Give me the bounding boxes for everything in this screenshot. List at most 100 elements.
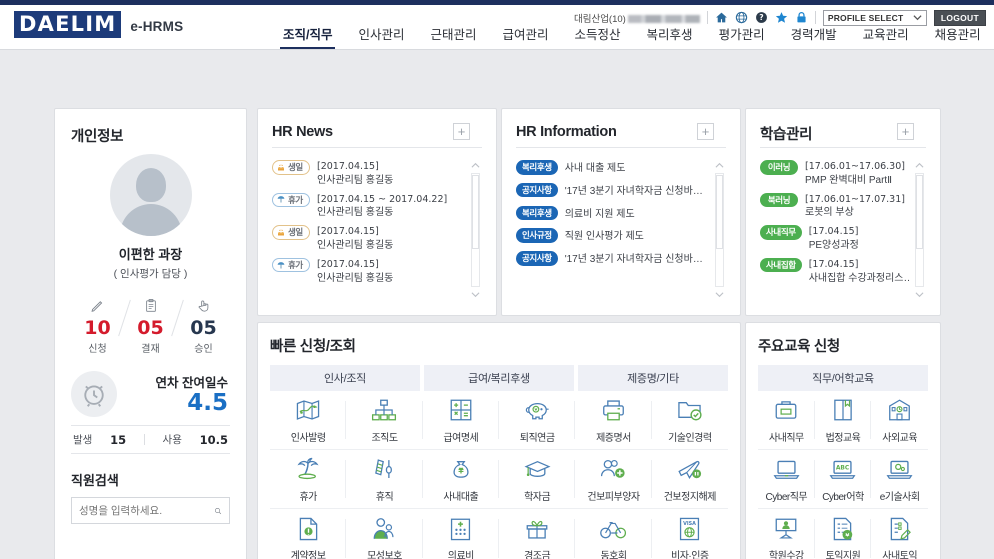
search-icon[interactable] [214, 504, 222, 518]
quick-item-인사발령[interactable]: 인사발령 [270, 391, 347, 450]
list-item[interactable]: 복리후생 사내 대출 제도 [516, 160, 710, 176]
study-list: 이러닝 [17.06.01~17.06.30] PMP 완벽대비 PartⅡ 북… [760, 160, 926, 285]
list-item[interactable]: 이러닝 [17.06.01~17.06.30] PMP 완벽대비 PartⅡ [760, 160, 910, 188]
edu-item-법정교육[interactable]: 법정교육 [814, 391, 872, 450]
quick-item-제증명서[interactable]: 제증명서 [575, 391, 652, 450]
edu-item-사내직무[interactable]: 사내직무 [758, 391, 815, 450]
quick-item-label: 퇴직연금 [519, 432, 555, 444]
hr-information-list-wrap: 복리후생 사내 대출 제도 공지사항 '17년 3분기 자녀학자금 신청바… 복… [516, 160, 726, 300]
list-item[interactable]: 인사규정 직원 인사평가 제도 [516, 228, 710, 244]
list-item[interactable]: 휴가 [2017.04.15 ~ 2017.04.22] 인사관리팀 홍길동 [272, 192, 466, 221]
quick-item-의료비[interactable]: 의료비 [423, 509, 500, 559]
quick-item-조직도[interactable]: 조직도 [346, 391, 423, 450]
search-input[interactable] [79, 504, 214, 517]
study-scrollbar[interactable] [913, 160, 926, 300]
quick-item-경조금[interactable]: 경조금 [499, 509, 576, 559]
list-item[interactable]: 공지사항 '17년 3분기 자녀학자금 신청바… [516, 251, 710, 267]
quick-item-건보피부양자[interactable]: 건보피부양자 [575, 450, 652, 509]
nav-item-8[interactable]: 교육관리 [850, 24, 922, 49]
nav-item-3[interactable]: 급여관리 [490, 24, 562, 49]
nav-item-1[interactable]: 인사관리 [345, 24, 417, 49]
chevron-down-icon[interactable] [915, 290, 924, 299]
quick-item-급여명세[interactable]: 급여명세 [422, 391, 500, 450]
stat-request[interactable]: 10 신청 [71, 295, 124, 355]
list-item[interactable]: 사내직무 [17.04.15] PE양성과정 [760, 225, 910, 253]
quick-item-label: 인사발령 [290, 432, 326, 444]
used-value: 10.5 [199, 432, 228, 447]
study-add-button[interactable]: + [897, 123, 914, 140]
quick-item-학자금[interactable]: 학자금 [499, 450, 576, 509]
quick-item-비자인증[interactable]: VISA 비자·인증 [652, 509, 728, 559]
quick-item-기술인경력[interactable]: 기술인경력 [651, 391, 728, 450]
list-item[interactable]: 공지사항 '17년 3분기 자녀학자금 신청바… [516, 182, 710, 199]
nav-item-0[interactable]: 조직/직무 [270, 24, 345, 49]
scrollbar-thumb[interactable] [472, 175, 479, 249]
study-name: 로봇의 부상 [805, 207, 854, 219]
quick-item-모성보호[interactable]: 모성보호 [346, 509, 423, 559]
scrollbar-thumb[interactable] [916, 175, 923, 249]
hr-information-add-button[interactable]: + [697, 123, 714, 140]
quick-item-퇴직연금[interactable]: 퇴직연금 [499, 391, 576, 450]
chevron-up-icon[interactable] [471, 161, 480, 170]
quick-item-휴직[interactable]: 휴직 [346, 450, 423, 509]
edu-item-사외교육[interactable]: 사외교육 [871, 391, 928, 450]
brand[interactable]: DAELIM e-HRMS [14, 11, 183, 38]
stat-approval-doc[interactable]: 05 결재 [124, 295, 177, 355]
gift-icon [524, 515, 550, 542]
list-item[interactable]: 휴가 [2017.04.15] 인사관리팀 홍길동 [272, 257, 466, 286]
quick-item-사내대출[interactable]: 사내대출 [422, 450, 500, 509]
hr-news-add-button[interactable]: + [453, 123, 470, 140]
quick-item-휴가[interactable]: 휴가 [270, 450, 347, 509]
list-item[interactable]: 사내집합 [17.04.15] 사내집합 수강과정리스… [760, 257, 910, 286]
annual-leave-label: 연차 잔여일수 [155, 376, 228, 391]
employee-name: 이편한 과장 [118, 247, 183, 262]
nav-item-2[interactable]: 근태관리 [418, 24, 490, 49]
edu-item-label: 사외교육 [882, 432, 918, 444]
nav-item-5[interactable]: 복리후생 [634, 24, 706, 49]
test-money-icon [830, 515, 855, 542]
edu-item-label: Cyber직무 [765, 491, 808, 503]
employee-search-box[interactable] [71, 497, 230, 524]
quick-item-건보정지해제[interactable]: 건보정지해제 [651, 450, 728, 509]
nav-item-6[interactable]: 평가관리 [706, 24, 778, 49]
mother-child-icon [371, 515, 397, 542]
stat-approved[interactable]: 05 승인 [177, 295, 230, 355]
chevron-down-icon[interactable] [471, 290, 480, 299]
medical-kit-icon [448, 515, 473, 542]
quick-item-동호회[interactable]: 동호회 [575, 509, 652, 559]
list-item-text: '17년 3분기 자녀학자금 신청바… [564, 254, 703, 266]
edu-item-Cyber직무[interactable]: Cyber직무 [758, 450, 815, 509]
edu-item-Cyber어학[interactable]: ABC Cyber어학 [814, 450, 872, 509]
edu-item-사내토익[interactable]: 사내토익 [871, 509, 928, 559]
scrollbar-thumb[interactable] [716, 175, 723, 249]
list-item-text: [17.06.01~17.07.31] 로봇의 부상 [805, 193, 905, 221]
hr-news-list: 생일 [2017.04.15] 인사관리팀 홍길동 휴가 [2017.04.15… [272, 160, 482, 285]
annual-leave-breakdown: 발생 15 사용 10.5 [71, 425, 230, 454]
chevron-up-icon[interactable] [915, 161, 924, 170]
list-item[interactable]: 북러닝 [17.06.01~17.07.31] 로봇의 부상 [760, 192, 910, 221]
quick-item-label: 의료비 [447, 551, 475, 559]
nav-item-7[interactable]: 경력개발 [778, 24, 850, 49]
hr-information-scrollbar[interactable] [713, 160, 726, 300]
avatar [109, 154, 192, 236]
edu-item-학원수강[interactable]: 학원수강 [758, 509, 815, 559]
quick-item-계약정보[interactable]: 계약정보 [270, 509, 347, 559]
list-item[interactable]: 생일 [2017.04.15] 인사관리팀 홍길동 [272, 225, 466, 253]
quick-item-label: 계약정보 [290, 551, 326, 559]
list-item[interactable]: 복리후생 의료비 지원 제도 [516, 205, 710, 222]
hr-news-scrollbar[interactable] [469, 160, 482, 300]
quick-item-label: 휴가 [299, 491, 317, 503]
study-name: PE양성과정 [808, 239, 859, 251]
list-item[interactable]: 생일 [2017.04.15] 인사관리팀 홍길동 [272, 160, 466, 188]
badge-vacation: 휴가 [272, 257, 310, 273]
study-name: 사내집합 수강과정리스… [808, 272, 910, 284]
badge-vacation: 휴가 [272, 192, 310, 208]
chevron-up-icon[interactable] [715, 161, 724, 170]
nav-item-9[interactable]: 채용관리 [922, 24, 994, 49]
chevron-down-icon[interactable] [715, 290, 724, 299]
nav-item-4[interactable]: 소득정산 [562, 24, 634, 49]
visa-icon: VISA [677, 515, 702, 542]
edu-item-토익지원[interactable]: 토익지원 [815, 509, 872, 559]
edu-item-e기술사회[interactable]: e기술사회 [871, 450, 928, 509]
list-item-text: 의료비 지원 제도 [564, 208, 635, 220]
